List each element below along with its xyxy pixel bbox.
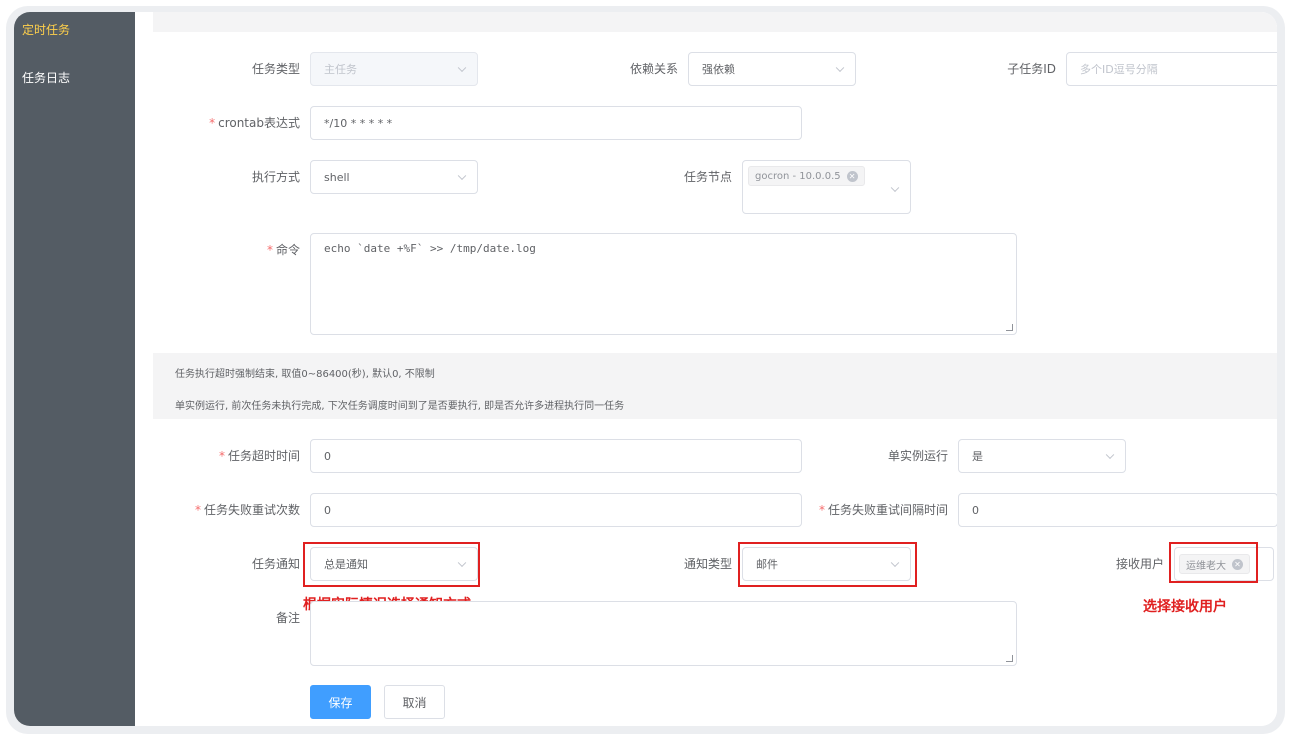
resize-handle-icon[interactable] bbox=[1006, 655, 1013, 662]
notify-type-label: 通知类型 bbox=[683, 557, 732, 571]
sidebar-item-scheduled-tasks[interactable]: 定时任务 bbox=[22, 22, 70, 38]
sidebar-item-task-logs[interactable]: 任务日志 bbox=[22, 70, 70, 86]
command-label: * 命令 bbox=[266, 243, 300, 257]
retry-times-label: * 任务失败重试次数 bbox=[194, 503, 300, 517]
timeout-input[interactable]: 0 bbox=[310, 439, 802, 473]
retry-interval-label: * 任务失败重试间隔时间 bbox=[818, 503, 948, 517]
retry-interval-input[interactable]: 0 bbox=[958, 493, 1277, 527]
notify-highlight bbox=[303, 542, 480, 587]
remark-label: 备注 bbox=[275, 611, 300, 625]
notify-label: 任务通知 bbox=[251, 557, 300, 571]
single-instance-hint: 单实例运行, 前次任务未执行完成, 下次任务调度时间到了是否要执行, 即是否允许… bbox=[175, 401, 625, 412]
chevron-down-icon bbox=[835, 63, 845, 73]
receivers-highlight bbox=[1169, 542, 1258, 583]
required-mark: * bbox=[218, 449, 225, 463]
sidebar: 定时任务 任务日志 bbox=[14, 12, 135, 726]
task-form-page: 任务类型 主任务 依赖关系 强依赖 子任务ID 多个ID逗号分隔 * cronta… bbox=[135, 12, 1277, 726]
command-textarea[interactable]: echo `date +%F` >> /tmp/date.log bbox=[310, 233, 1017, 335]
chevron-down-icon bbox=[890, 183, 900, 193]
child-task-id-input[interactable]: 多个ID逗号分隔 bbox=[1066, 52, 1277, 86]
tag-close-icon[interactable]: ✕ bbox=[846, 170, 858, 182]
required-mark: * bbox=[209, 116, 216, 130]
dependency-select[interactable]: 强依赖 bbox=[688, 52, 856, 86]
node-tag: gocron - 10.0.0.5 ✕ bbox=[748, 166, 865, 186]
child-task-id-label: 子任务ID bbox=[1007, 62, 1056, 76]
notify-type-highlight bbox=[738, 542, 917, 587]
page-header-bar bbox=[153, 12, 1277, 32]
exec-mode-label: 执行方式 bbox=[251, 170, 300, 184]
single-instance-select[interactable]: 是 bbox=[958, 439, 1126, 473]
cancel-button[interactable]: 取消 bbox=[384, 685, 445, 719]
timeout-hint: 任务执行超时强制结束, 取值0~86400(秒), 默认0, 不限制 bbox=[175, 369, 435, 380]
exec-mode-select[interactable]: shell bbox=[310, 160, 478, 194]
required-mark: * bbox=[818, 503, 825, 517]
timeout-label: * 任务超时时间 bbox=[218, 449, 300, 463]
dependency-label: 依赖关系 bbox=[629, 62, 678, 76]
retry-times-input[interactable]: 0 bbox=[310, 493, 802, 527]
required-mark: * bbox=[266, 243, 273, 257]
crontab-input[interactable]: */10 * * * * * bbox=[310, 106, 802, 140]
required-mark: * bbox=[194, 503, 201, 517]
chevron-down-icon bbox=[457, 171, 467, 181]
hint-panel: 任务执行超时强制结束, 取值0~86400(秒), 默认0, 不限制 单实例运行… bbox=[153, 353, 1277, 419]
receivers-label: 接收用户 bbox=[1115, 557, 1164, 571]
task-type-select[interactable]: 主任务 bbox=[310, 52, 478, 86]
chevron-down-icon bbox=[1105, 450, 1115, 460]
task-type-label: 任务类型 bbox=[251, 62, 300, 76]
app-window: 定时任务 任务日志 任务类型 主任务 依赖关系 强依赖 子任务ID 多个ID逗号… bbox=[14, 12, 1277, 726]
remark-textarea[interactable] bbox=[310, 601, 1017, 666]
receivers-annotation: 选择接收用户 bbox=[1143, 599, 1227, 615]
save-button[interactable]: 保存 bbox=[310, 685, 371, 719]
crontab-label: * crontab表达式 bbox=[209, 116, 300, 130]
single-instance-label: 单实例运行 bbox=[887, 449, 948, 463]
chevron-down-icon bbox=[457, 63, 467, 73]
task-node-label: 任务节点 bbox=[683, 170, 732, 184]
task-node-select[interactable]: gocron - 10.0.0.5 ✕ bbox=[742, 160, 911, 214]
resize-handle-icon[interactable] bbox=[1006, 324, 1013, 331]
